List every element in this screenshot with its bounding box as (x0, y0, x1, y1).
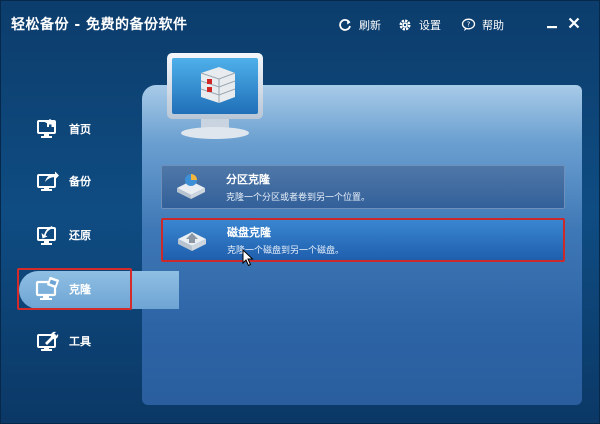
partition-clone-icon (174, 170, 208, 204)
disk-clone-icon (175, 223, 209, 257)
refresh-button[interactable]: 刷新 (337, 15, 381, 35)
app-window: 轻松备份 - 免费的备份软件 刷新 设置 ? 帮助 首页 备份 还原 克隆 工具… (0, 0, 600, 424)
disk-clone-option[interactable]: 磁盘克隆 克隆一个磁盘到另一个磁盘。 (161, 218, 565, 262)
refresh-label: 刷新 (359, 19, 381, 32)
option-title: 分区克隆 (226, 173, 270, 186)
clone-monitor-illustration (163, 51, 267, 141)
backup-monitor-icon (35, 168, 61, 194)
option-title: 磁盘克隆 (227, 226, 271, 239)
settings-button[interactable]: 设置 (397, 15, 441, 35)
option-description: 克隆一个分区或者卷到另一个位置。 (226, 193, 371, 203)
sidebar-item-restore[interactable]: 还原 (19, 215, 131, 255)
tools-monitor-icon (35, 328, 61, 354)
close-button[interactable] (565, 14, 583, 32)
app-title: 轻松备份 - 免费的备份软件 (11, 17, 188, 33)
partition-clone-option[interactable]: 分区克隆 克隆一个分区或者卷到另一个位置。 (161, 165, 565, 209)
settings-label: 设置 (419, 19, 441, 32)
selected-nav-highlight (17, 268, 132, 310)
sidebar-item-tools[interactable]: 工具 (19, 321, 131, 361)
mouse-pointer-icon (242, 248, 254, 267)
title-bar: 轻松备份 - 免费的备份软件 刷新 设置 ? 帮助 (1, 1, 600, 47)
svg-text:?: ? (466, 20, 470, 28)
refresh-icon (337, 17, 353, 33)
sidebar-item-backup[interactable]: 备份 (19, 161, 131, 201)
close-icon (568, 14, 580, 33)
minimize-button[interactable] (543, 14, 561, 32)
sidebar-item-home[interactable]: 首页 (19, 109, 131, 149)
home-monitor-icon (35, 116, 61, 142)
sidebar-item-label: 首页 (69, 123, 91, 136)
gear-icon (397, 17, 413, 33)
sidebar-item-label: 备份 (69, 175, 91, 188)
help-label: 帮助 (482, 19, 504, 32)
sidebar-item-label: 还原 (69, 229, 91, 242)
help-button[interactable]: ? 帮助 (460, 15, 504, 35)
restore-monitor-icon (35, 222, 61, 248)
sidebar-item-label: 工具 (69, 335, 91, 348)
help-bubble-icon: ? (460, 17, 476, 33)
minimize-icon (546, 14, 558, 33)
